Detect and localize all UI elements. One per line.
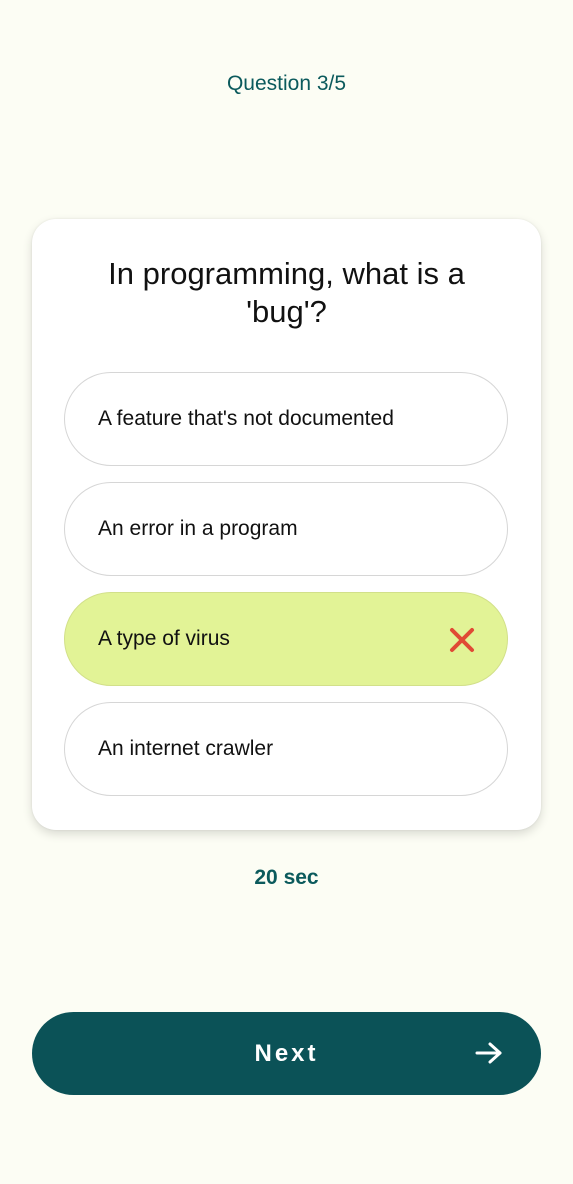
wrong-x-icon <box>450 628 474 652</box>
answer-option-label: A type of virus <box>98 627 230 650</box>
answer-option-2[interactable]: An error in a program <box>64 482 508 576</box>
answer-option-4[interactable]: An internet crawler <box>64 702 508 796</box>
answer-option-label: An internet crawler <box>98 737 274 760</box>
next-button-label: Next <box>254 1040 319 1067</box>
arrow-right-icon <box>475 1042 502 1064</box>
answer-option-label: A feature that's not documented <box>98 407 394 430</box>
question-text: In programming, what is a 'bug'? <box>108 256 465 329</box>
countdown-timer: 20 sec <box>254 866 319 889</box>
next-button[interactable]: Next <box>32 1012 541 1095</box>
answer-option-label: An error in a program <box>98 517 298 540</box>
answer-option-1[interactable]: A feature that's not documented <box>64 372 508 466</box>
answer-option-3-selected[interactable]: A type of virus <box>64 592 508 686</box>
question-progress: Question 3/5 <box>226 72 347 95</box>
question-card: In programming, what is a 'bug'? A featu… <box>32 219 541 830</box>
